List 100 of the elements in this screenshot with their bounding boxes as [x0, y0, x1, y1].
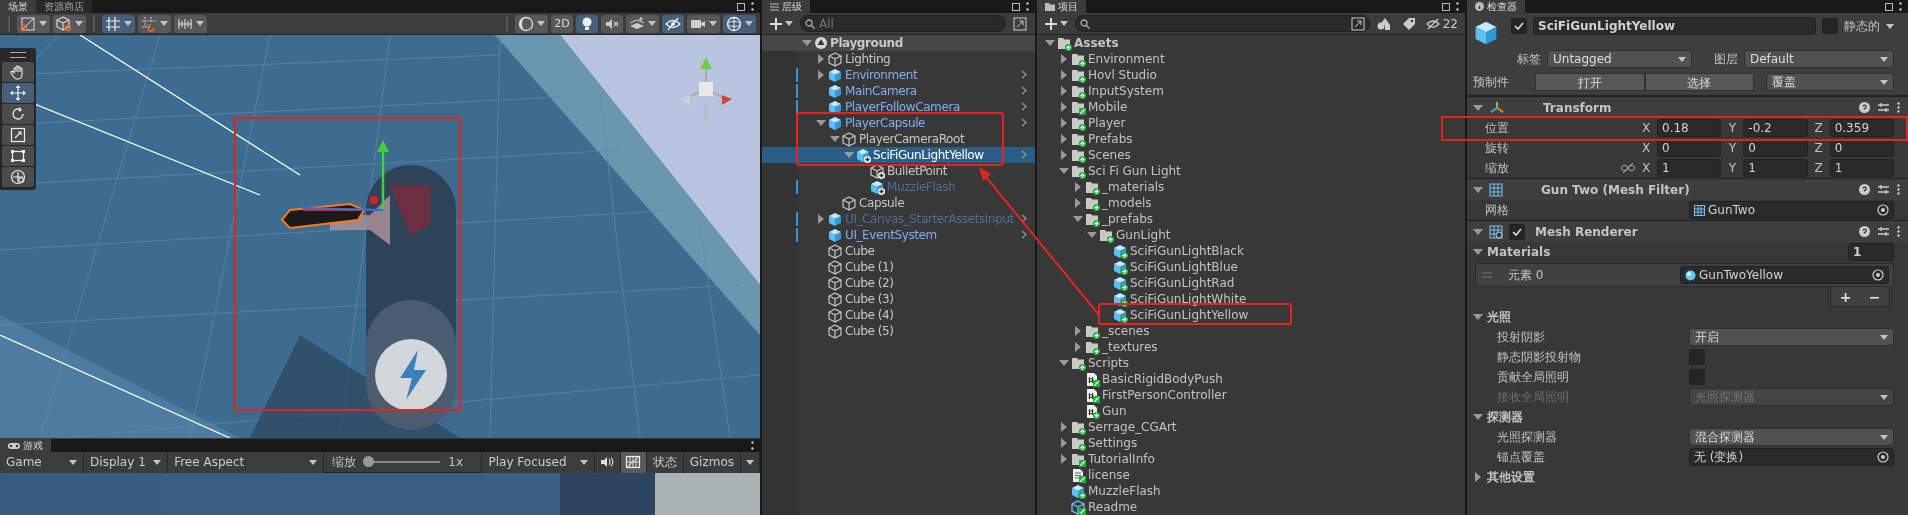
- project-item[interactable]: Readme: [1037, 499, 1465, 515]
- project-item[interactable]: _prefabs: [1037, 211, 1465, 227]
- expand-arrow-icon[interactable]: [1473, 102, 1483, 113]
- more-icon[interactable]: [751, 441, 754, 450]
- component-header[interactable]: Gun Two (Mesh Filter): [1467, 178, 1908, 200]
- project-item[interactable]: Environment: [1037, 51, 1465, 67]
- dropdown[interactable]: 开启: [1689, 328, 1894, 346]
- more-icon[interactable]: [751, 2, 754, 11]
- prefab-button[interactable]: 打开: [1535, 73, 1645, 91]
- help-icon[interactable]: [1859, 102, 1870, 113]
- expand-arrow-icon[interactable]: [1073, 326, 1083, 336]
- maximize-icon[interactable]: [737, 2, 745, 11]
- preset-icon[interactable]: [1878, 226, 1889, 237]
- expand-arrow-icon[interactable]: [1073, 182, 1083, 192]
- tool-button[interactable]: [2, 167, 34, 187]
- expand-arrow-icon[interactable]: [1073, 214, 1083, 224]
- toolbar-button[interactable]: [53, 14, 86, 33]
- hierarchy-item[interactable]: Cube (2): [762, 275, 1035, 291]
- expand-arrow-icon[interactable]: [816, 54, 826, 64]
- toolbar-button[interactable]: [17, 14, 50, 33]
- toolbar-button[interactable]: [601, 14, 623, 33]
- hierarchy-item[interactable]: PlayerCapsule: [762, 115, 1035, 131]
- expand-arrow-icon[interactable]: [816, 70, 826, 80]
- active-checkbox[interactable]: [1511, 18, 1527, 34]
- project-item[interactable]: SciFiGunLightWhite: [1037, 291, 1465, 307]
- object-field[interactable]: 无 (变换): [1689, 448, 1894, 466]
- hierarchy-item[interactable]: Cube (5): [762, 323, 1035, 339]
- expand-arrow-icon[interactable]: [1059, 118, 1069, 128]
- project-item[interactable]: SciFiGunLightRad: [1037, 275, 1465, 291]
- project-item[interactable]: FirstPersonController: [1037, 387, 1465, 403]
- project-item[interactable]: Mobile: [1037, 99, 1465, 115]
- project-item[interactable]: Player: [1037, 115, 1465, 131]
- project-item[interactable]: SciFiGunLightBlack: [1037, 243, 1465, 259]
- count-field[interactable]: 1: [1848, 243, 1894, 261]
- list-edit-button[interactable]: +: [1831, 287, 1860, 306]
- view-dropdown[interactable]: Game: [0, 451, 85, 473]
- more-icon[interactable]: [1899, 2, 1902, 11]
- tag-dropdown[interactable]: Untagged: [1547, 50, 1693, 68]
- expand-arrow-icon[interactable]: [816, 214, 826, 224]
- hierarchy-item[interactable]: Playground: [762, 35, 1035, 51]
- project-item[interactable]: Assets: [1037, 35, 1465, 51]
- maximize-icon[interactable]: [1885, 2, 1893, 11]
- project-item[interactable]: license: [1037, 467, 1465, 483]
- display-dropdown[interactable]: Display 1: [84, 451, 169, 473]
- project-item[interactable]: Sci Fi Gun Light: [1037, 163, 1465, 179]
- static-checkbox[interactable]: [1822, 18, 1838, 34]
- layer-dropdown[interactable]: Default: [1743, 50, 1894, 68]
- number-field[interactable]: 1: [1743, 159, 1808, 177]
- overrides-dropdown[interactable]: 覆盖: [1766, 73, 1894, 91]
- project-item[interactable]: Prefabs: [1037, 131, 1465, 147]
- expand-arrow-icon[interactable]: [1059, 86, 1069, 96]
- more-icon[interactable]: [1897, 226, 1900, 237]
- expand-arrow-icon[interactable]: [1087, 230, 1097, 240]
- object-picker-icon[interactable]: [1877, 451, 1889, 463]
- project-item[interactable]: Settings: [1037, 435, 1465, 451]
- component-header[interactable]: Transform: [1467, 96, 1908, 118]
- project-item[interactable]: _textures: [1037, 339, 1465, 355]
- expand-arrow-icon[interactable]: [1059, 358, 1069, 368]
- expand-arrow-icon[interactable]: [1073, 342, 1083, 352]
- object-field[interactable]: GunTwoYellow: [1680, 266, 1889, 284]
- preset-icon[interactable]: [1878, 184, 1889, 195]
- toolbar-button[interactable]: [662, 14, 684, 33]
- search-field[interactable]: All: [800, 15, 1006, 32]
- hierarchy-item[interactable]: Cube (1): [762, 259, 1035, 275]
- aspect-dropdown[interactable]: Free Aspect: [168, 451, 325, 473]
- more-icon[interactable]: [1897, 184, 1900, 195]
- tool-button[interactable]: [2, 125, 34, 145]
- project-item[interactable]: Gun: [1037, 403, 1465, 419]
- expand-arrow-icon[interactable]: [1059, 422, 1069, 432]
- project-item[interactable]: _materials: [1037, 179, 1465, 195]
- hierarchy-item[interactable]: Cube (4): [762, 307, 1035, 323]
- hierarchy-item[interactable]: Cube: [762, 243, 1035, 259]
- expand-arrow-icon[interactable]: [1473, 412, 1483, 422]
- toolbar-button[interactable]: [576, 14, 598, 33]
- expand-arrow-icon[interactable]: [1059, 166, 1069, 176]
- hierarchy-item[interactable]: Environment: [762, 67, 1035, 83]
- number-field[interactable]: -0.2: [1743, 119, 1808, 137]
- broken-link-icon[interactable]: [1621, 163, 1635, 173]
- toolbar-button[interactable]: [515, 14, 548, 33]
- hierarchy-item[interactable]: Cube (3): [762, 291, 1035, 307]
- play-mode-dropdown[interactable]: Play Focused: [482, 451, 595, 473]
- project-item[interactable]: Serrage_CGArt: [1037, 419, 1465, 435]
- expand-arrow-icon[interactable]: [1045, 38, 1055, 48]
- tool-button[interactable]: [2, 104, 34, 124]
- expand-arrow-icon[interactable]: [1059, 54, 1069, 64]
- help-icon[interactable]: [1859, 226, 1870, 237]
- hierarchy-item[interactable]: Capsule: [762, 195, 1035, 211]
- object-field[interactable]: GunTwo: [1689, 201, 1894, 219]
- number-field[interactable]: 0.18: [1657, 119, 1722, 137]
- project-item[interactable]: Scenes: [1037, 147, 1465, 163]
- expand-arrow-icon[interactable]: [1059, 150, 1069, 160]
- expand-arrow-icon[interactable]: [1059, 70, 1069, 80]
- number-field[interactable]: 1: [1657, 159, 1722, 177]
- expand-arrow-icon[interactable]: [1059, 438, 1069, 448]
- expand-arrow-icon[interactable]: [1059, 454, 1069, 464]
- expand-arrow-icon[interactable]: [1473, 247, 1483, 257]
- hierarchy-item[interactable]: SciFiGunLightYellow: [762, 147, 1035, 163]
- slider-thumb[interactable]: [363, 456, 375, 467]
- expand-arrow-icon[interactable]: [844, 150, 854, 160]
- name-field[interactable]: SciFiGunLightYellow: [1533, 17, 1816, 35]
